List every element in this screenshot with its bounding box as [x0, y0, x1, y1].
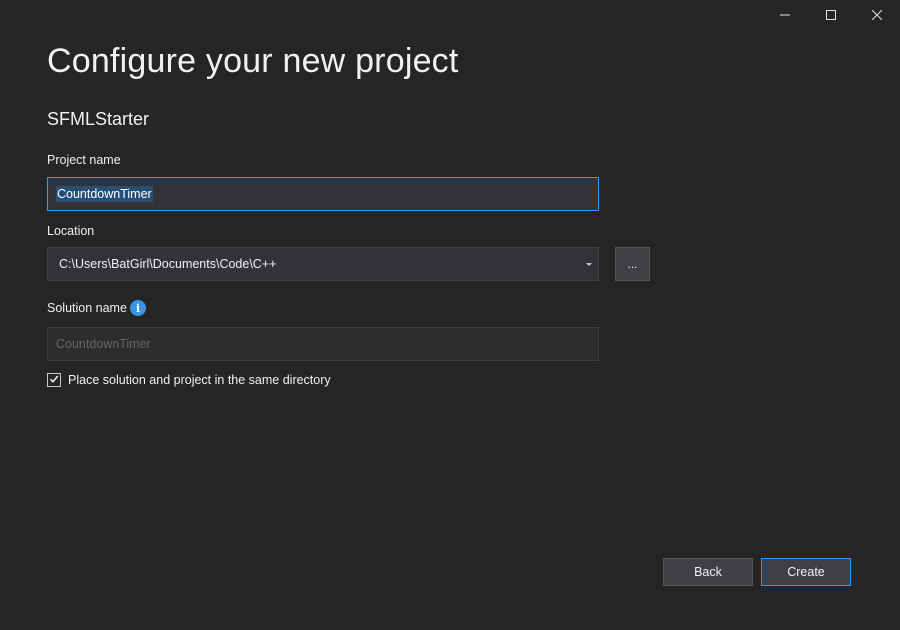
solution-name-input: CountdownTimer: [47, 327, 599, 361]
template-name: SFMLStarter: [47, 109, 150, 129]
same-directory-option[interactable]: Place solution and project in the same d…: [47, 373, 331, 387]
create-button[interactable]: Create: [761, 558, 851, 586]
minimize-button[interactable]: [762, 0, 808, 30]
location-value: C:\Users\BatGirl\Documents\Code\C++: [59, 257, 277, 271]
location-label: Location: [47, 224, 95, 238]
same-directory-checkbox[interactable]: [47, 373, 61, 387]
back-button[interactable]: Back: [663, 558, 753, 586]
maximize-button[interactable]: [808, 0, 854, 30]
same-directory-label: Place solution and project in the same d…: [68, 373, 331, 387]
configure-project-dialog: Configure your new project SFMLStarter P…: [0, 0, 900, 630]
minimize-icon: [780, 10, 790, 20]
solution-name-label: Solution name: [47, 301, 127, 315]
close-button[interactable]: [854, 0, 900, 30]
page-title: Configure your new project: [47, 42, 459, 80]
window-controls: [762, 0, 900, 30]
close-icon: [872, 10, 882, 20]
info-icon[interactable]: i: [130, 300, 146, 316]
checkmark-icon: [49, 371, 59, 389]
project-name-input[interactable]: CountdownTimer: [47, 177, 599, 211]
project-name-label: Project name: [47, 153, 121, 167]
project-name-value: CountdownTimer: [56, 186, 153, 202]
chevron-down-icon[interactable]: [586, 262, 592, 266]
location-combobox[interactable]: C:\Users\BatGirl\Documents\Code\C++: [47, 247, 599, 281]
solution-name-placeholder: CountdownTimer: [56, 337, 151, 351]
browse-location-button[interactable]: ...: [615, 247, 650, 281]
maximize-icon: [826, 10, 836, 20]
